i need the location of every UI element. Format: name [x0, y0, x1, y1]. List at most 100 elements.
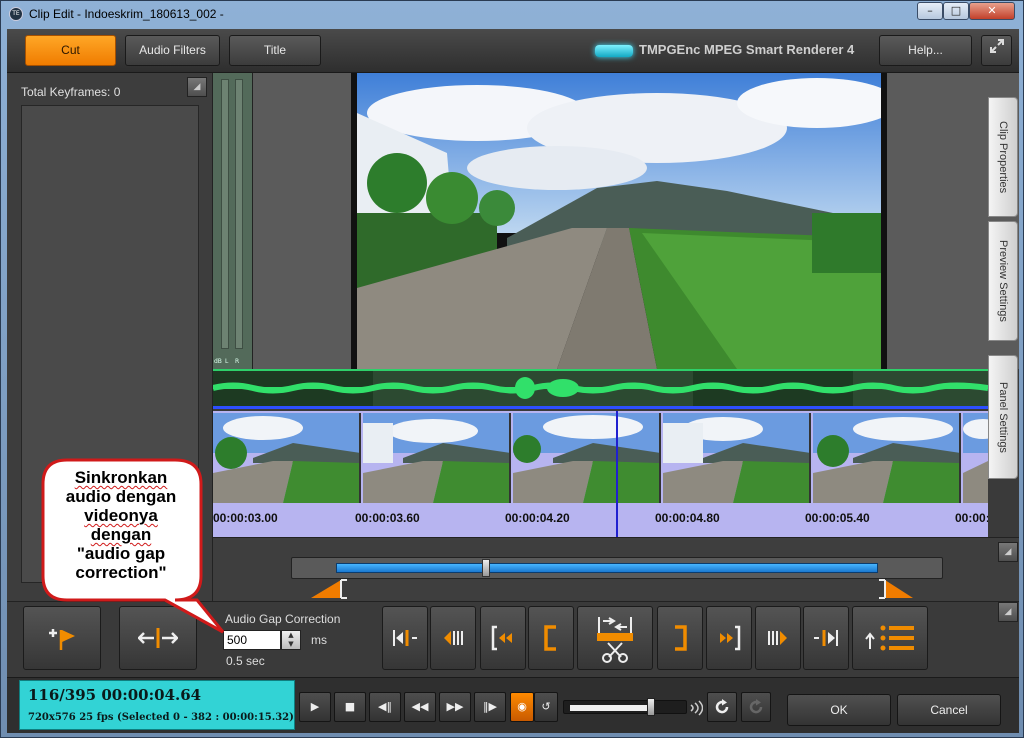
play-button[interactable]: ▶	[299, 692, 331, 722]
timecode-label: 00:00:06.00	[955, 511, 988, 525]
callout-line: Sinkronkan	[74, 468, 168, 487]
tools-menu-icon[interactable]: ◢	[998, 602, 1018, 622]
callout-line: dengan	[90, 525, 152, 544]
volume-fill	[570, 705, 647, 711]
go-to-end-button[interactable]	[706, 606, 752, 670]
rewind-icon: ◀◀	[411, 700, 429, 713]
cancel-button[interactable]: Cancel	[897, 694, 1001, 726]
prev-cut-icon	[393, 630, 417, 646]
side-tabs: Clip Properties Preview Settings Panel S…	[988, 97, 1019, 479]
stepper-down-icon[interactable]: ▼	[282, 640, 300, 649]
end-marker-icon[interactable]	[879, 578, 915, 600]
audio-sync-button[interactable]: ◉	[510, 692, 534, 722]
scissors-icon	[597, 617, 633, 663]
fast-forward-button[interactable]: ▶▶	[439, 692, 471, 722]
set-end-button[interactable]	[657, 606, 703, 670]
tab-title[interactable]: Title	[229, 35, 321, 66]
start-bracket-icon	[544, 625, 556, 651]
timecode-label: 00:00:04.80	[655, 511, 720, 525]
step-forward-button[interactable]: ‖▶	[474, 692, 506, 722]
app-icon: TE	[9, 7, 23, 21]
help-button[interactable]: Help...	[879, 35, 972, 66]
stop-button[interactable]: ■	[334, 692, 366, 722]
volume-slider[interactable]	[563, 698, 687, 716]
prev-keyframe-button[interactable]	[382, 606, 428, 670]
stop-icon: ■	[344, 700, 356, 713]
next-keyframe-button[interactable]	[803, 606, 849, 670]
audio-level-meter: dB L R	[213, 73, 253, 369]
callout-line: videonya	[84, 506, 158, 525]
status-display: 116/395 00:00:04.64 720x576 25 fps (Sele…	[19, 680, 295, 730]
timeline-thumbnail	[513, 413, 661, 503]
set-start-button[interactable]	[528, 606, 574, 670]
start-marker-icon[interactable]	[309, 578, 347, 600]
playback-bar: 116/395 00:00:04.64 720x576 25 fps (Sele…	[7, 677, 1019, 733]
thumbnail-timeline[interactable]: 00:00:03.00 00:00:03.60 00:00:04.20 00:0…	[213, 411, 988, 537]
close-button[interactable]: ✕	[969, 2, 1015, 20]
tab-audio-filters[interactable]: Audio Filters	[125, 35, 220, 66]
stepper-up-icon[interactable]: ▲	[282, 631, 300, 640]
brand-logo-icon	[595, 45, 633, 57]
selected-range	[336, 563, 878, 573]
brand-name: TMPGEnc MPEG Smart Renderer 4	[639, 42, 855, 57]
position-slider-knob[interactable]	[482, 559, 490, 577]
preview-frame	[351, 73, 887, 369]
tab-panel-settings[interactable]: Panel Settings	[988, 355, 1018, 479]
frame-position: 116/395 00:00:04.64	[28, 686, 202, 704]
go-to-start-icon	[491, 625, 512, 651]
top-toolbar: Cut Audio Filters Title TMPGEnc MPEG Sma…	[7, 29, 1019, 73]
title-bar[interactable]: TE Clip Edit - Indoeskrim_180613_002 - –…	[1, 1, 1023, 27]
loop-button[interactable]: ↺	[534, 692, 558, 722]
timeline-playhead[interactable]	[616, 411, 618, 537]
cut-button[interactable]	[577, 606, 653, 670]
volume-icon	[690, 700, 703, 716]
refresh-button[interactable]	[707, 692, 737, 722]
prev-frame-button[interactable]	[430, 606, 476, 670]
next-frame-button[interactable]	[755, 606, 801, 670]
timecode-label: 00:00:03.60	[355, 511, 420, 525]
play-icon: ▶	[310, 700, 320, 713]
prev-frame-icon	[444, 631, 463, 645]
end-bracket-icon	[675, 625, 687, 651]
timeline-thumbnail	[963, 413, 988, 503]
meter-label-right: R	[235, 358, 240, 365]
timeline-thumbnail	[363, 413, 511, 503]
meter-bar-right	[235, 79, 243, 349]
next-frame-icon	[768, 631, 787, 645]
go-to-end-icon	[720, 625, 741, 651]
keyframe-menu-icon[interactable]: ◢	[187, 77, 207, 97]
fast-forward-icon: ▶▶	[446, 700, 464, 713]
go-to-start-button[interactable]	[480, 606, 526, 670]
cut-list-button[interactable]	[852, 606, 928, 670]
next-cut-icon	[814, 630, 838, 646]
maximize-button[interactable]: □	[943, 2, 969, 20]
step-forward-icon: ‖▶	[483, 700, 497, 713]
minimize-button[interactable]: –	[917, 2, 943, 20]
step-back-button[interactable]: ◀‖	[369, 692, 401, 722]
audio-gap-stepper[interactable]: ▲ ▼	[281, 630, 301, 650]
callout-line: "audio gap	[76, 544, 166, 563]
audio-gap-seconds: 0.5 sec	[226, 654, 265, 668]
tab-clip-properties[interactable]: Clip Properties	[988, 97, 1018, 217]
meter-bar-left	[221, 79, 229, 349]
video-preview[interactable]	[357, 73, 881, 369]
window-title: Clip Edit - Indoeskrim_180613_002 -	[29, 7, 224, 21]
range-menu-icon[interactable]: ◢	[998, 542, 1018, 562]
redo-button[interactable]	[741, 692, 771, 722]
refresh-icon	[715, 699, 729, 714]
timeline-thumbnail	[663, 413, 811, 503]
range-track[interactable]	[291, 557, 943, 579]
ok-button[interactable]: OK	[787, 694, 891, 726]
cut-list-icon	[865, 625, 914, 651]
timecode-label: 00:00:04.20	[505, 511, 570, 525]
fullscreen-icon[interactable]	[981, 35, 1012, 66]
volume-knob[interactable]	[647, 698, 655, 716]
timeline-thumbnail	[813, 413, 961, 503]
timecode-label: 00:00:05.40	[805, 511, 870, 525]
tab-preview-settings[interactable]: Preview Settings	[988, 221, 1018, 341]
tab-cut[interactable]: Cut	[25, 35, 116, 66]
rewind-button[interactable]: ◀◀	[404, 692, 436, 722]
audio-waveform[interactable]	[213, 369, 988, 409]
audio-gap-unit: ms	[311, 633, 327, 647]
annotation-callout: Sinkronkan audio dengan videonya dengan …	[37, 454, 225, 634]
